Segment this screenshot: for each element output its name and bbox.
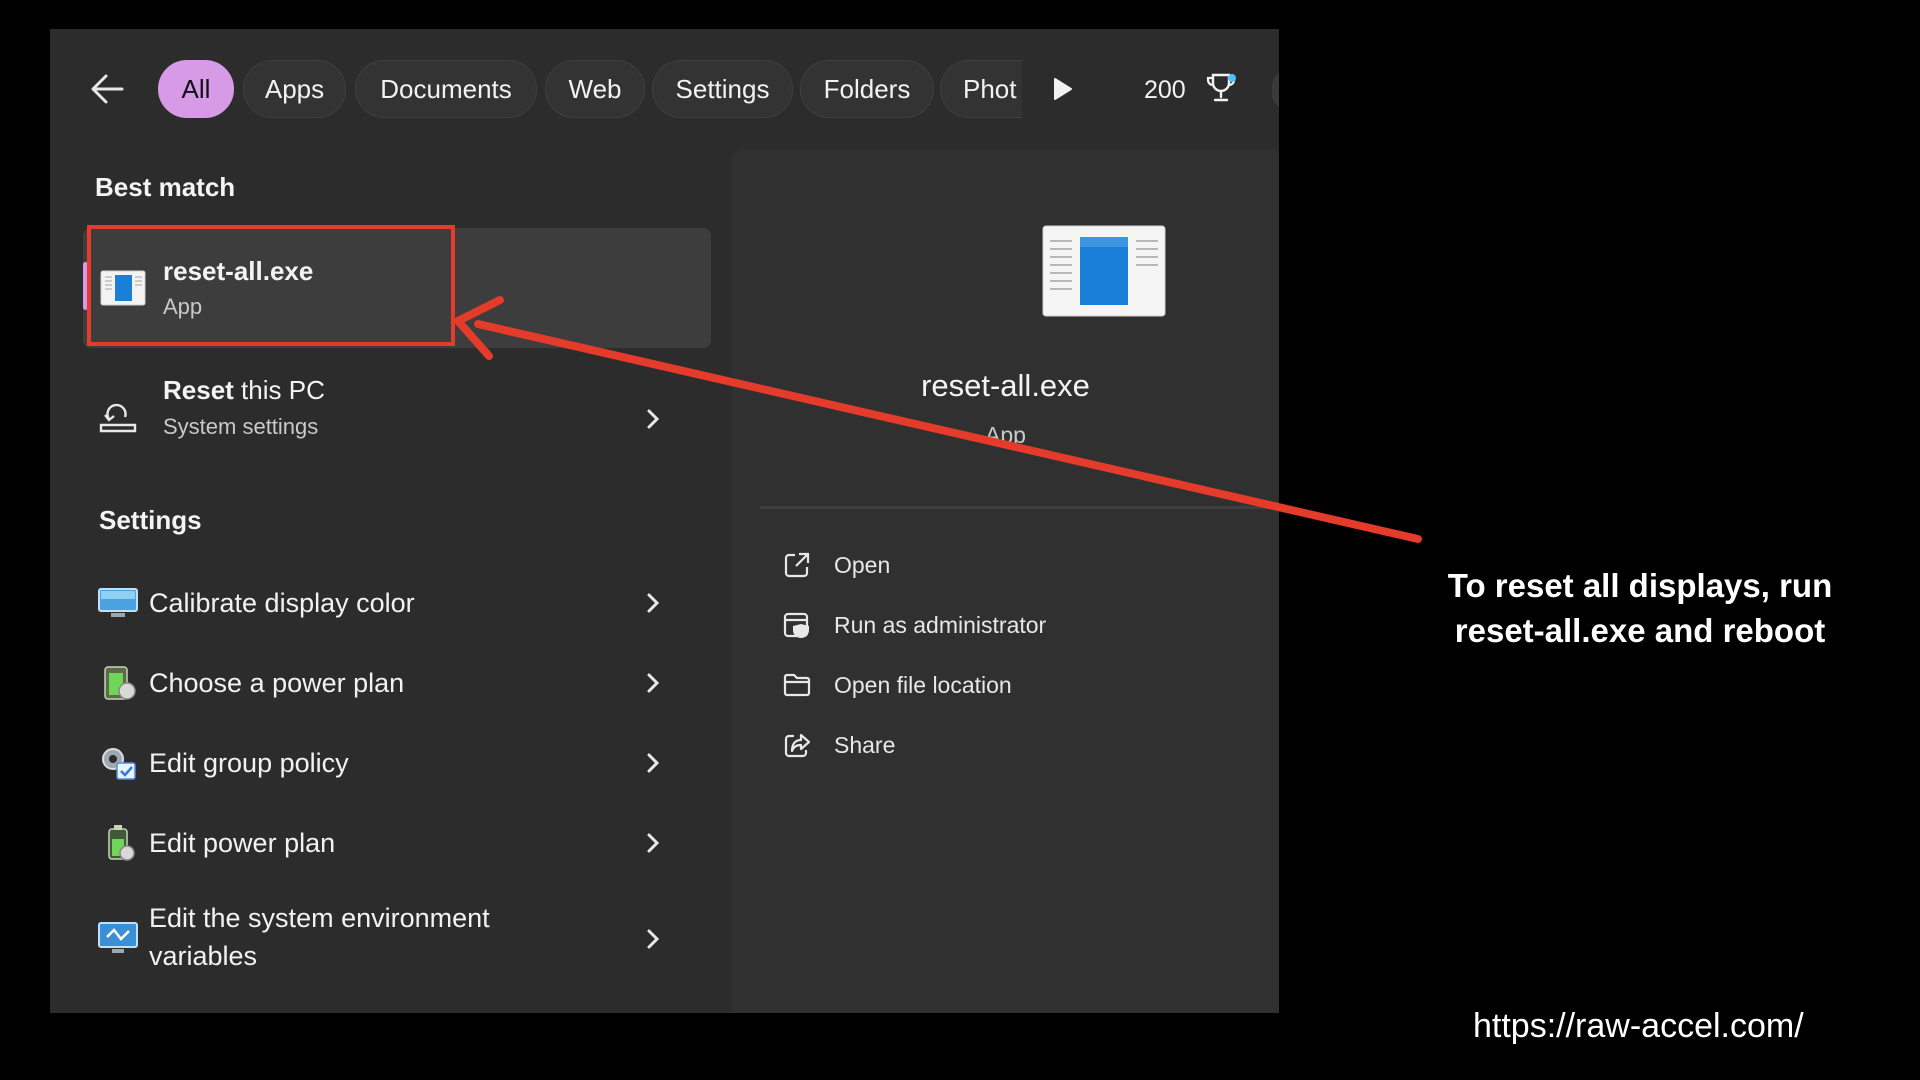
setting-edit-group-policy[interactable]: Edit group policy bbox=[83, 735, 711, 791]
arrow-left-icon bbox=[88, 69, 128, 109]
best-match-heading: Best match bbox=[95, 172, 235, 203]
source-url: https://raw-accel.com/ bbox=[1473, 1007, 1804, 1046]
action-label: Open bbox=[834, 552, 890, 579]
setting-label: Choose a power plan bbox=[149, 664, 404, 702]
action-label: Run as administrator bbox=[834, 612, 1046, 639]
profile-avatar[interactable] bbox=[1272, 71, 1279, 109]
folder-icon bbox=[782, 670, 812, 700]
caption-line-1: To reset all displays, run bbox=[1390, 563, 1890, 608]
setting-label: Edit power plan bbox=[149, 824, 335, 862]
play-icon bbox=[1049, 76, 1075, 102]
back-button[interactable] bbox=[88, 69, 138, 119]
filter-all[interactable]: All bbox=[158, 60, 234, 118]
setting-label: Edit group policy bbox=[149, 744, 349, 782]
chevron-right-icon bbox=[643, 829, 663, 857]
selection-indicator bbox=[83, 262, 88, 310]
setting-label: Calibrate display color bbox=[149, 584, 415, 622]
preview-subtitle: App bbox=[732, 422, 1279, 449]
preview-pane bbox=[732, 149, 1279, 1013]
reset-subtitle: System settings bbox=[163, 414, 318, 440]
rewards-points: 200 bbox=[1144, 76, 1186, 105]
share-icon bbox=[782, 730, 812, 760]
app-large-icon bbox=[1042, 225, 1166, 317]
filter-settings[interactable]: Settings bbox=[652, 60, 793, 118]
settings-heading: Settings bbox=[99, 505, 202, 536]
setting-calibrate-display-color[interactable]: Calibrate display color bbox=[83, 575, 711, 631]
chevron-right-icon bbox=[643, 925, 663, 953]
monitor-icon bbox=[97, 585, 139, 621]
reset-this-pc-item[interactable]: Reset this PC System settings bbox=[83, 369, 711, 469]
preview-title: reset-all.exe bbox=[732, 368, 1279, 404]
best-match-title: reset-all.exe bbox=[163, 256, 313, 287]
caption-line-2: reset-all.exe and reboot bbox=[1390, 608, 1890, 653]
power-plan-icon bbox=[97, 663, 139, 703]
notification-dot bbox=[1228, 74, 1236, 82]
filter-folders[interactable]: Folders bbox=[800, 60, 934, 118]
filter-photos[interactable]: Phot bbox=[940, 60, 1022, 118]
filter-web[interactable]: Web bbox=[545, 60, 645, 118]
reset-title-rest: this PC bbox=[234, 375, 325, 405]
app-window-icon bbox=[100, 267, 146, 309]
setting-choose-power-plan[interactable]: Choose a power plan bbox=[83, 655, 711, 711]
setting-edit-environment-variables[interactable]: Edit the system environment variables bbox=[83, 891, 711, 987]
preview-divider bbox=[760, 506, 1279, 509]
action-label: Open file location bbox=[834, 672, 1012, 699]
reset-pc-icon bbox=[97, 397, 139, 437]
setting-label: Edit the system environment variables bbox=[149, 899, 549, 975]
system-properties-icon bbox=[97, 919, 139, 959]
annotation-caption: To reset all displays, run reset-all.exe… bbox=[1390, 563, 1890, 653]
action-label: Share bbox=[834, 732, 895, 759]
chevron-right-icon bbox=[643, 749, 663, 777]
shield-window-icon bbox=[782, 610, 812, 640]
chevron-right-icon bbox=[643, 589, 663, 617]
chevron-right-icon bbox=[643, 405, 663, 433]
windows-search-panel: All Apps Documents Web Settings Folders … bbox=[50, 29, 1279, 1013]
filter-documents[interactable]: Documents bbox=[355, 60, 537, 118]
filter-apps[interactable]: Apps bbox=[243, 60, 346, 118]
more-filters-button[interactable] bbox=[1049, 76, 1075, 102]
reset-title-bold: Reset bbox=[163, 375, 234, 405]
open-external-icon bbox=[782, 550, 812, 580]
battery-icon bbox=[97, 823, 139, 863]
best-match-item[interactable]: reset-all.exe App bbox=[83, 228, 711, 348]
group-policy-icon bbox=[97, 743, 139, 783]
best-match-subtitle: App bbox=[163, 294, 202, 320]
setting-edit-power-plan[interactable]: Edit power plan bbox=[83, 815, 711, 871]
chevron-right-icon bbox=[643, 669, 663, 697]
